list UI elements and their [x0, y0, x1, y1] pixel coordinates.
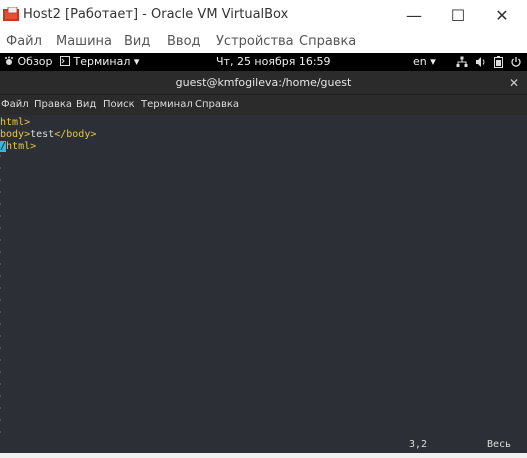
battery-icon[interactable] [494, 56, 503, 68]
empty-line-marker [0, 359, 1, 361]
closing-tag: </body> [54, 129, 97, 140]
empty-line-marker [0, 155, 1, 157]
chevron-down-icon: ▾ [430, 55, 436, 68]
empty-line-marker [0, 275, 1, 277]
app-menu-label: Терминал [73, 55, 131, 68]
vbox-menubar: Файл Машина Вид Ввод Устройства Справка [0, 30, 527, 52]
vbox-menu-view[interactable]: Вид [124, 34, 150, 49]
app-menu-button[interactable]: Терминал ▾ [60, 55, 139, 68]
close-icon: ✕ [495, 5, 509, 25]
terminal-menu-file[interactable]: Файл [1, 99, 29, 110]
empty-line-marker [0, 371, 1, 373]
empty-line-marker [0, 287, 1, 289]
empty-line-marker [0, 299, 1, 301]
empty-line-marker [0, 251, 1, 253]
empty-line-marker [0, 215, 1, 217]
tag-name: html [0, 117, 25, 128]
empty-line-marker [0, 263, 1, 265]
minimize-icon: — [406, 5, 422, 25]
keyboard-layout-button[interactable]: en ▾ [413, 55, 436, 68]
clock[interactable]: Чт, 25 ноября 16:59 [216, 55, 331, 68]
tag-bracket: > [24, 117, 31, 128]
empty-line-marker [0, 239, 1, 241]
vbox-menu-help[interactable]: Справка [299, 34, 356, 49]
window-title: Host2 [Работает] - Oracle VM VirtualBox [23, 7, 289, 22]
gnome-top-bar: Обзор Терминал ▾ Чт, 25 ноября 16:59 en … [0, 53, 527, 71]
keyboard-layout-label: en [413, 55, 427, 68]
vbox-menu-input[interactable]: Ввод [167, 34, 201, 49]
terminal-title: guest@kmfogileva:/home/guest [175, 76, 352, 89]
terminal-menu-help[interactable]: Справка [195, 99, 239, 110]
tag-name: body [0, 129, 25, 140]
terminal-content[interactable]: html> body>test</body> /html> 3,2 Весь [0, 115, 527, 453]
empty-line-marker [0, 407, 1, 409]
tag-name: html> [6, 141, 37, 152]
terminal-menu-view[interactable]: Вид [76, 99, 96, 110]
network-icon[interactable] [456, 56, 468, 68]
tag-text: test [30, 129, 55, 140]
empty-line-marker [0, 203, 1, 205]
empty-line-marker [0, 419, 1, 421]
volume-icon[interactable] [475, 56, 487, 68]
maximize-button[interactable]: ☐ [435, 0, 481, 30]
vbox-titlebar: Host2 [Работает] - Oracle VM VirtualBox … [0, 0, 527, 30]
gnome-foot-icon [5, 56, 13, 65]
vbox-menu-file[interactable]: Файл [6, 34, 42, 49]
empty-line-marker [0, 227, 1, 229]
virtualbox-app-icon [3, 7, 19, 21]
empty-line-marker [0, 167, 1, 169]
terminal-app-icon [60, 56, 70, 66]
terminal-menu-terminal[interactable]: Терминал [141, 99, 193, 110]
code-line-2: body>test</body> [0, 129, 96, 141]
maximize-icon: ☐ [450, 5, 466, 25]
empty-line-marker [0, 191, 1, 193]
terminal-menu-search[interactable]: Поиск [103, 99, 135, 110]
close-button[interactable]: ✕ [479, 0, 525, 30]
code-line-3: /html> [0, 141, 36, 153]
activities-label: Обзор [17, 55, 53, 68]
power-icon[interactable] [510, 56, 522, 68]
empty-line-marker [0, 311, 1, 313]
empty-line-marker [0, 335, 1, 337]
minimize-button[interactable]: — [391, 0, 437, 30]
vbox-status-bar [0, 453, 527, 458]
empty-line-marker [0, 395, 1, 397]
empty-line-marker [0, 179, 1, 181]
terminal-header: guest@kmfogileva:/home/guest ✕ [0, 71, 527, 95]
editor-gutter [0, 115, 2, 453]
empty-line-marker [0, 323, 1, 325]
terminal-menu-edit[interactable]: Правка [34, 99, 72, 110]
empty-line-marker [0, 383, 1, 385]
chevron-down-icon: ▾ [133, 55, 140, 68]
view-mode: Весь [487, 439, 512, 450]
empty-line-marker [0, 347, 1, 349]
vbox-menu-machine[interactable]: Машина [56, 34, 112, 49]
vbox-menu-devices[interactable]: Устройства [216, 34, 294, 49]
empty-line-marker [0, 431, 1, 433]
terminal-close-icon[interactable]: ✕ [509, 76, 519, 90]
activities-button[interactable]: Обзор [4, 55, 53, 68]
cursor-position: 3,2 [409, 439, 428, 450]
terminal-menubar: Файл Правка Вид Поиск Терминал Справка [0, 95, 527, 115]
code-line-1: html> [0, 117, 30, 129]
